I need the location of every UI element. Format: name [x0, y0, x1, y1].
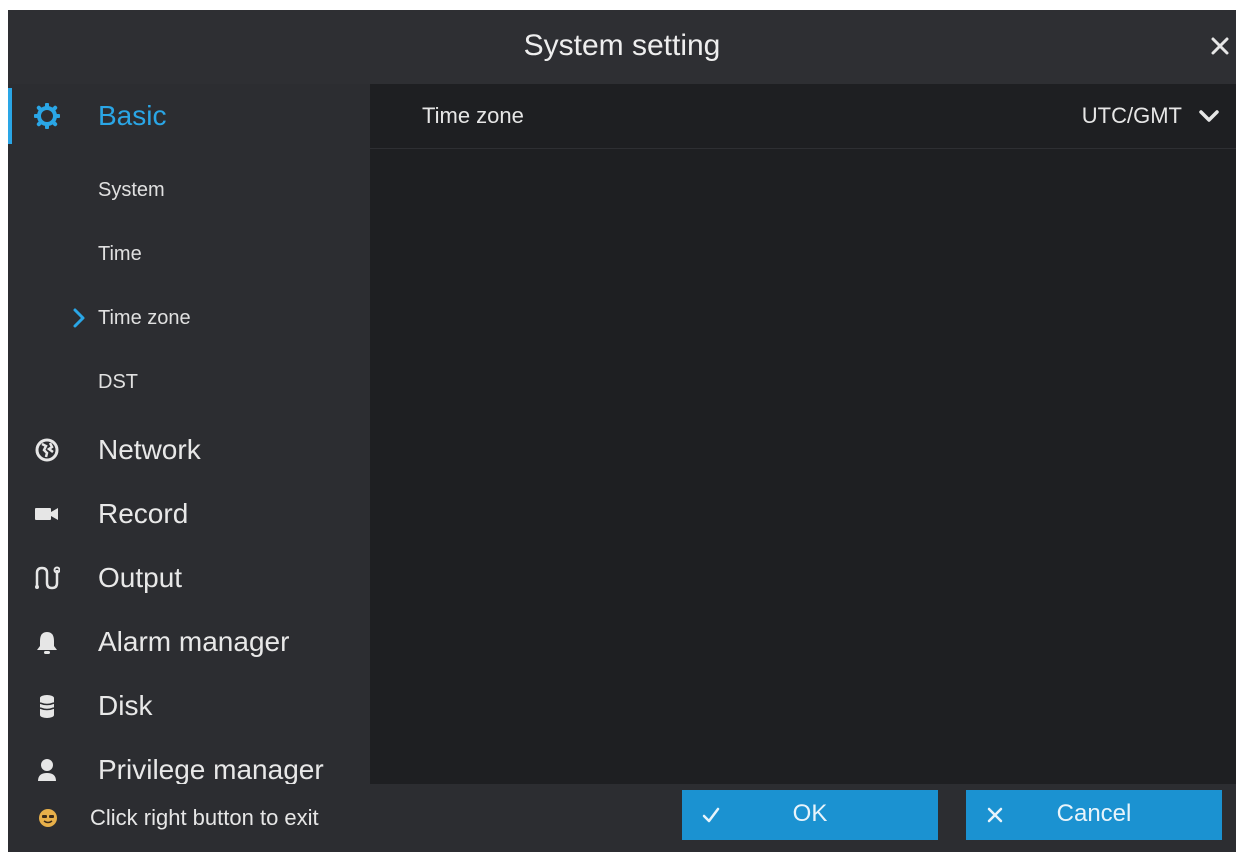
- smiley-icon: [38, 808, 58, 828]
- chevron-right-icon: [72, 306, 86, 330]
- bell-icon: [34, 629, 60, 655]
- ok-button-label: OK: [792, 800, 828, 827]
- gear-icon: [33, 102, 61, 130]
- video-camera-icon: [34, 501, 60, 527]
- sidebar-item-network[interactable]: Network: [8, 418, 370, 482]
- sidebar-subitem-dst[interactable]: DST: [8, 350, 370, 414]
- sidebar-subitem-label: Time zone: [98, 307, 191, 329]
- sidebar-item-label: Alarm manager: [98, 626, 290, 657]
- sidebar-item-alarm-manager[interactable]: Alarm manager: [8, 610, 370, 674]
- user-icon: [34, 757, 60, 783]
- sidebar-subitem-label: Time: [98, 243, 142, 265]
- time-zone-value: UTC/GMT: [1081, 103, 1182, 128]
- sidebar-subitem-label: DST: [98, 371, 138, 393]
- settings-panel: Time zone UTC/GMT: [370, 84, 1236, 784]
- time-zone-select[interactable]: UTC/GMT: [1030, 84, 1220, 148]
- sidebar-item-label: Network: [98, 434, 201, 465]
- sidebar-item-record[interactable]: Record: [8, 482, 370, 546]
- exit-hint: Click right button to exit: [90, 805, 319, 830]
- sidebar-subitem-time-zone[interactable]: Time zone: [8, 286, 370, 350]
- close-icon[interactable]: [1206, 32, 1234, 60]
- sidebar-item-label: Record: [98, 498, 189, 529]
- sidebar-item-disk[interactable]: Disk: [8, 674, 370, 738]
- time-zone-row: Time zone UTC/GMT: [370, 84, 1236, 149]
- chevron-down-icon: [1198, 108, 1220, 124]
- title-bar: System setting: [8, 10, 1236, 84]
- sidebar-subitem-system[interactable]: System: [8, 158, 370, 222]
- window-title: System setting: [523, 29, 721, 62]
- cancel-button[interactable]: Cancel: [966, 790, 1222, 840]
- footer-bar: Click right button to exit OK Cancel: [8, 784, 1236, 852]
- sidebar-subitem-time[interactable]: Time: [8, 222, 370, 286]
- sidebar-item-label: Disk: [98, 690, 153, 721]
- disk-icon: [34, 693, 60, 719]
- sidebar-item-basic[interactable]: Basic: [8, 84, 370, 148]
- system-setting-window: System setting Basic System Time Time zo…: [8, 10, 1236, 852]
- output-icon: [34, 565, 61, 591]
- globe-icon: [34, 437, 60, 463]
- sidebar: Basic System Time Time zone DST Network …: [8, 84, 370, 785]
- sidebar-item-label: Output: [98, 562, 183, 593]
- time-zone-label: Time zone: [422, 103, 524, 128]
- sidebar-item-label: Basic: [98, 100, 167, 131]
- ok-button[interactable]: OK: [682, 790, 938, 840]
- sidebar-subitem-label: System: [98, 179, 165, 201]
- cancel-button-label: Cancel: [1056, 800, 1132, 827]
- sidebar-item-output[interactable]: Output: [8, 546, 370, 610]
